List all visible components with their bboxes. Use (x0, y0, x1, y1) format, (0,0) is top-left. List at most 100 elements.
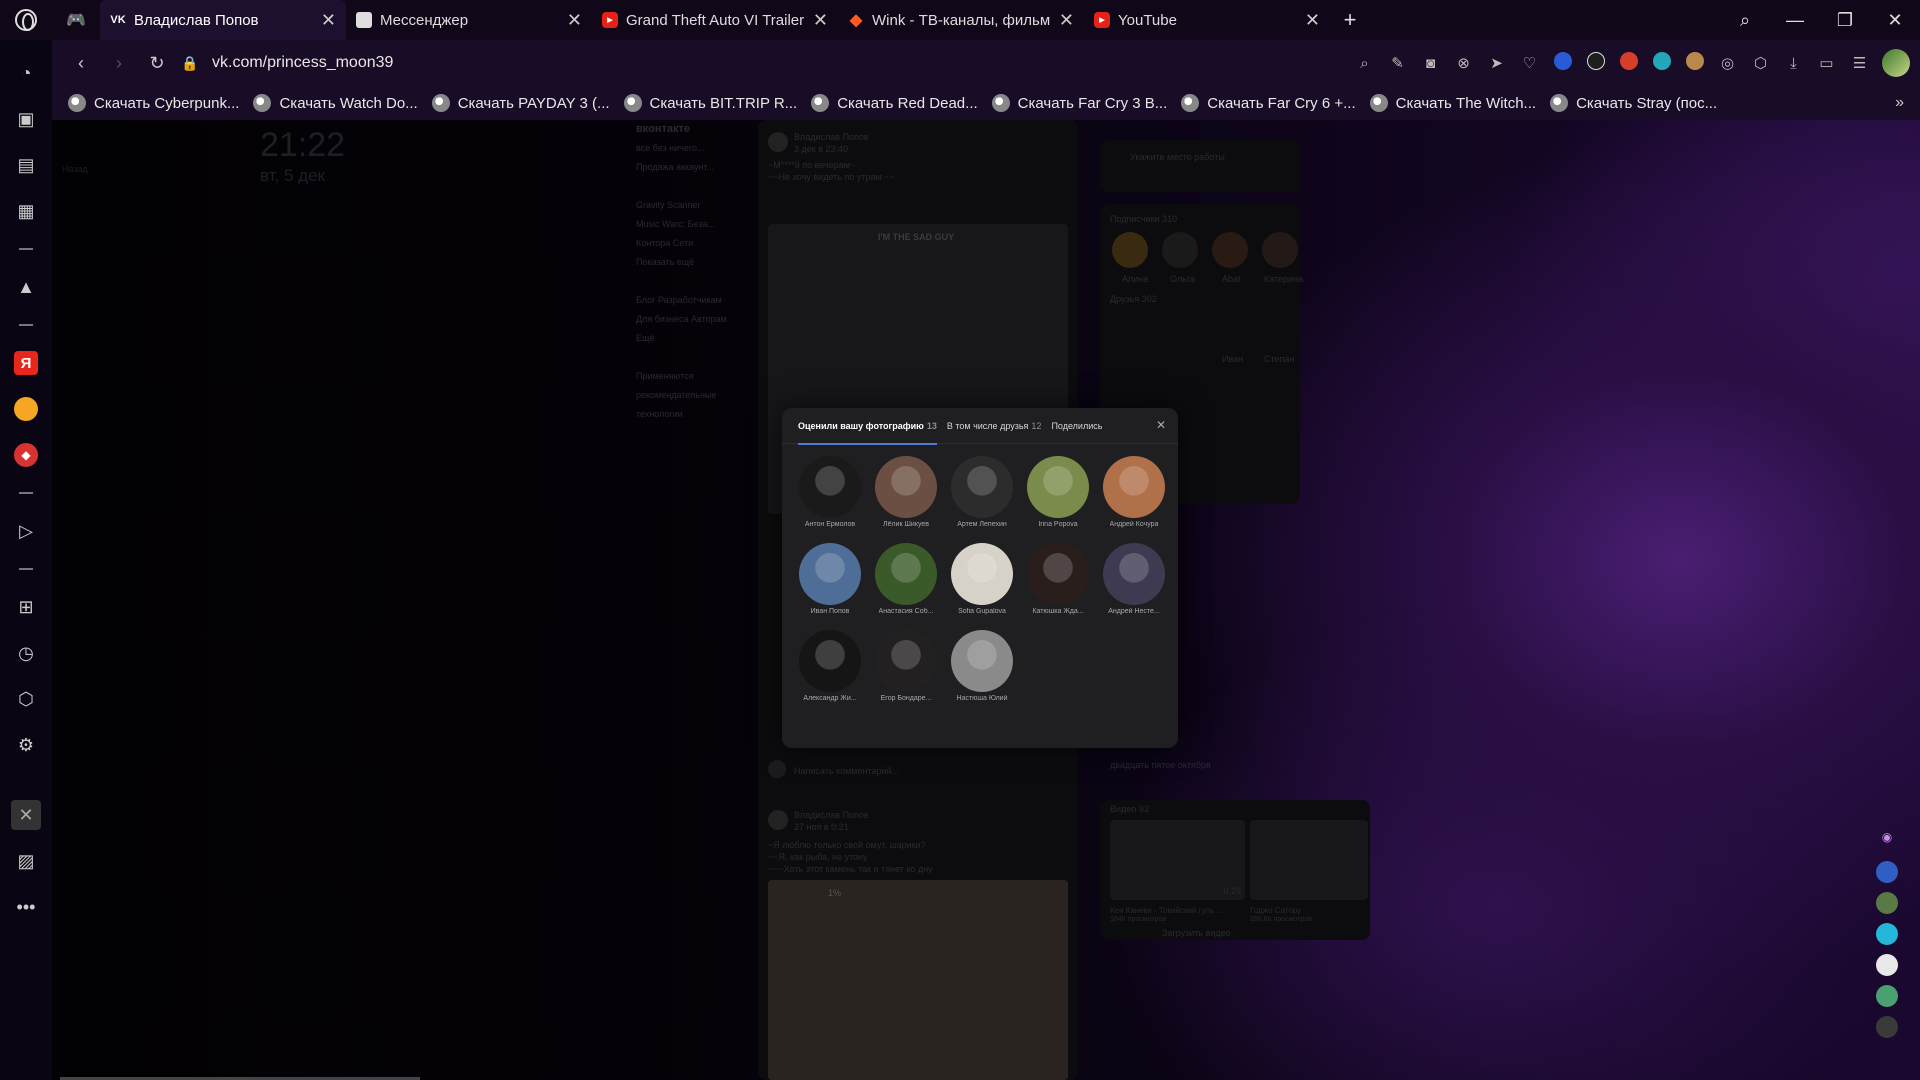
liker-name[interactable]: Лёлик Шикуев (883, 521, 929, 528)
settings-icon[interactable]: ⚙ (0, 722, 52, 768)
liker-item[interactable]: Егор Бондаре... (868, 630, 944, 702)
bookmark[interactable]: Скачать The Witch... (1369, 94, 1536, 112)
work-prompt[interactable]: Укажите место работы (1130, 152, 1225, 162)
liker-avatar[interactable] (1103, 543, 1165, 605)
close-icon[interactable]: ✕ (813, 10, 828, 31)
cube-icon[interactable]: ⬡ (1744, 54, 1777, 72)
pinned-app-icon[interactable]: ✕ (0, 792, 52, 838)
restore-button[interactable]: ❐ (1820, 10, 1870, 31)
close-icon[interactable]: ✕ (321, 10, 336, 31)
liker-name[interactable]: Андрей Кочура (1110, 521, 1159, 528)
liker-item[interactable]: Анастасия Соб... (868, 543, 944, 615)
liker-name[interactable]: Антон Ермолов (805, 521, 855, 528)
more-icon[interactable]: ••• (0, 884, 52, 930)
search-page-icon[interactable]: ⌕ (1348, 55, 1381, 72)
liker-name[interactable]: Настюша Юлий (956, 695, 1007, 702)
post-avatar[interactable] (768, 132, 788, 152)
tab-messenger[interactable]: Мессенджер ✕ (346, 0, 592, 40)
liker-name[interactable]: Егор Бондаре... (881, 695, 932, 702)
twitch-icon[interactable]: ▤ (0, 142, 52, 188)
follower-avatar[interactable] (1162, 232, 1198, 268)
liker-item[interactable]: Sofia Gupalova (944, 543, 1020, 615)
cube-icon[interactable]: ⬡ (0, 676, 52, 722)
bookmark[interactable]: Скачать Far Cry 6 +... (1181, 94, 1356, 112)
liker-avatar[interactable] (1027, 456, 1089, 518)
liker-item[interactable]: Андрей Кочура (1096, 456, 1172, 528)
settings-sliders-icon[interactable]: ☰ (1843, 54, 1876, 72)
liker-avatar[interactable] (875, 630, 937, 692)
close-icon[interactable]: ✕ (567, 10, 582, 31)
liker-name[interactable]: Артем Лепехин (957, 521, 1006, 528)
extension-face-icon[interactable] (1678, 52, 1711, 74)
forward-button[interactable]: › (100, 53, 138, 74)
camera-icon[interactable]: ◉ (1876, 830, 1898, 852)
download-icon[interactable]: ⤓ (1777, 55, 1810, 72)
liker-name[interactable]: Анастасия Соб... (879, 608, 934, 615)
follower-avatar[interactable] (1112, 232, 1148, 268)
video-label[interactable]: Видео (1110, 804, 1136, 814)
followers-label[interactable]: Подписчики (1110, 214, 1160, 224)
search-icon[interactable]: ⌕ (1720, 10, 1770, 31)
bookmark[interactable]: Скачать PAYDAY 3 (... (431, 94, 610, 112)
liker-avatar[interactable] (799, 456, 861, 518)
gallery-icon[interactable]: ▨ (0, 838, 52, 884)
bookmark[interactable]: Скачать Cyberpunk... (68, 94, 239, 112)
liker-avatar[interactable] (951, 630, 1013, 692)
player-icon[interactable]: ▷ (0, 508, 52, 554)
liker-item[interactable]: Андрей Несте... (1096, 543, 1172, 615)
liker-name[interactable]: Катюшка Жда... (1032, 608, 1083, 615)
extension-circle-icon[interactable] (1645, 52, 1678, 74)
back-link[interactable]: Назад (62, 164, 88, 174)
chat-avatar[interactable] (1876, 861, 1898, 883)
speed-dial-icon[interactable]: ◔ (0, 50, 52, 96)
liker-avatar[interactable] (951, 456, 1013, 518)
bookmark[interactable]: Скачать Stray (пос... (1550, 94, 1717, 112)
history-icon[interactable]: ◷ (0, 630, 52, 676)
lock-icon[interactable]: 🔒 (176, 55, 204, 72)
minimize-button[interactable]: — (1770, 10, 1820, 31)
chat-avatar[interactable] (1876, 954, 1898, 976)
liker-avatar[interactable] (1027, 543, 1089, 605)
edit-icon[interactable]: ✎ (1381, 54, 1414, 72)
mail-icon[interactable] (0, 386, 52, 432)
chat-avatar[interactable] (1876, 892, 1898, 914)
upload-video-button[interactable]: Загрузить видео (1162, 928, 1231, 938)
liker-name[interactable]: Irina Popova (1038, 521, 1077, 528)
liker-name[interactable]: Иван Попов (811, 608, 850, 615)
close-icon[interactable]: ✕ (1305, 10, 1320, 31)
tab-liked-photo[interactable]: Оценили вашу фотографию 13 (798, 408, 937, 445)
close-window-button[interactable]: ✕ (1870, 10, 1920, 31)
liker-name[interactable]: Sofia Gupalova (958, 608, 1006, 615)
cpu-icon[interactable]: ▦ (0, 188, 52, 234)
liker-avatar[interactable] (799, 543, 861, 605)
liker-item[interactable]: Александр Жи... (792, 630, 868, 702)
url-field[interactable]: vk.com/princess_moon39 (212, 54, 772, 72)
tab-friends[interactable]: В том числе друзья 12 (947, 408, 1042, 444)
tab-gta-trailer[interactable]: ▶ Grand Theft Auto VI Trailer ✕ (592, 0, 838, 40)
video-thumbnail[interactable] (1250, 820, 1368, 900)
tab-vk[interactable]: VK Владислав Попов ✕ (100, 0, 346, 40)
gamepad-icon[interactable]: 🎮 (52, 0, 100, 40)
aria-icon[interactable]: ▲ (0, 264, 52, 310)
chat-avatar[interactable] (1876, 1016, 1898, 1038)
video-title[interactable]: Годжо Сатору (1250, 906, 1301, 915)
briefcase-icon[interactable]: ▣ (0, 96, 52, 142)
liker-item[interactable]: Артем Лепехин (944, 456, 1020, 528)
tiles-icon[interactable]: ⊞ (0, 584, 52, 630)
chat-avatar[interactable] (1876, 985, 1898, 1007)
liker-avatar[interactable] (875, 456, 937, 518)
opera-menu-icon[interactable] (0, 0, 52, 40)
bookmark[interactable]: Скачать Watch Do... (253, 94, 418, 112)
chevron-double-right-icon[interactable]: » (1895, 94, 1904, 112)
game-app-icon[interactable]: ◆ (0, 432, 52, 478)
new-tab-button[interactable]: + (1330, 0, 1370, 40)
close-icon[interactable]: ✕ (1059, 10, 1074, 31)
heart-icon[interactable]: ♡ (1513, 54, 1546, 72)
tab-wink[interactable]: ◆ Wink - ТВ-каналы, фильмы ✕ (838, 0, 1084, 40)
liker-name[interactable]: Александр Жи... (803, 695, 856, 702)
liker-name[interactable]: Андрей Несте... (1108, 608, 1160, 615)
liker-item[interactable]: Настюша Юлий (944, 630, 1020, 702)
bookmark[interactable]: Скачать Far Cry 3 B... (991, 94, 1167, 112)
follower-avatar[interactable] (1212, 232, 1248, 268)
post-image[interactable]: 1% (768, 880, 1068, 1080)
